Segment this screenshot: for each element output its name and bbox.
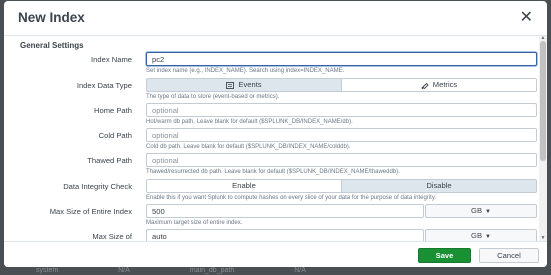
save-button[interactable]: Save: [418, 248, 471, 263]
dialog-title: New Index: [18, 10, 85, 25]
max-size-entire-help: Maximum target size of entire index.: [146, 220, 243, 226]
max-size-entire-input[interactable]: 500: [146, 204, 424, 218]
events-option[interactable]: Events: [147, 79, 341, 91]
thawed-path-input[interactable]: optional: [146, 153, 537, 167]
metrics-option[interactable]: Metrics: [341, 79, 536, 91]
max-size-bucket-input[interactable]: auto: [146, 229, 424, 241]
data-integrity-help: Enable this if you want Splunk to comput…: [146, 195, 437, 201]
thawed-path-label: Thawed Path: [87, 156, 132, 165]
dialog-body[interactable]: General Settings Index Name pc2 Set inde…: [4, 36, 539, 241]
index-data-type-label: Index Data Type: [76, 81, 132, 90]
dialog-scrollbar[interactable]: ▲ ▼: [539, 36, 547, 241]
unit-value: GB: [471, 206, 483, 215]
home-path-help: Hot/warm db path. Leave blank for defaul…: [146, 119, 353, 125]
max-size-bucket-label: Max Size of: [92, 232, 132, 241]
events-option-label: Events: [238, 80, 262, 89]
data-integrity-label: Data Integrity Check: [63, 182, 132, 191]
cold-path-input[interactable]: optional: [146, 128, 537, 142]
index-name-label: Index Name: [91, 55, 132, 64]
cold-path-label: Cold Path: [98, 131, 132, 140]
home-path-label: Home Path: [94, 106, 132, 115]
metrics-option-label: Metrics: [432, 80, 458, 89]
backdrop-cell: system: [36, 266, 59, 274]
cold-path-help: Cold db path. Leave blank for default ($…: [146, 144, 351, 150]
section-title: General Settings: [20, 41, 84, 50]
unit-value: GB: [471, 231, 483, 240]
cancel-button[interactable]: Cancel: [479, 248, 539, 263]
backdrop-cell: N/A: [118, 266, 130, 274]
max-size-entire-label: Max Size of Entire Index: [49, 207, 132, 216]
disable-option[interactable]: Disable: [341, 180, 536, 192]
home-path-input[interactable]: optional: [146, 103, 537, 117]
events-icon: [226, 81, 235, 89]
thawed-path-help: Thawed/resurrected db path. Leave blank …: [146, 169, 400, 175]
index-data-type-help: The type of data to store (event-based o…: [146, 94, 280, 100]
metrics-icon: [421, 82, 429, 89]
max-size-entire-unit-select[interactable]: GB ▼: [425, 204, 537, 218]
scrollbar-thumb[interactable]: [540, 41, 546, 161]
index-data-type-toggle: Events Metrics: [146, 78, 537, 92]
index-name-input[interactable]: pc2: [146, 52, 537, 66]
new-index-dialog: New Index ✕ General Settings Index Name …: [4, 1, 547, 267]
close-icon[interactable]: ✕: [520, 10, 533, 26]
backdrop-cell: N/A: [294, 266, 306, 274]
data-integrity-toggle: Enable Disable: [146, 179, 537, 193]
enable-option[interactable]: Enable: [147, 180, 341, 192]
max-size-bucket-unit-select[interactable]: GB ▼: [425, 229, 537, 241]
backdrop-cell: main_db_path: [189, 266, 235, 274]
index-name-help: Set index name (e.g., INDEX_NAME). Searc…: [146, 68, 345, 74]
caret-down-icon: ▼: [485, 234, 491, 240]
dialog-header: New Index ✕: [4, 1, 547, 36]
dialog-footer: Save Cancel: [4, 241, 547, 267]
caret-down-icon: ▼: [485, 209, 491, 215]
